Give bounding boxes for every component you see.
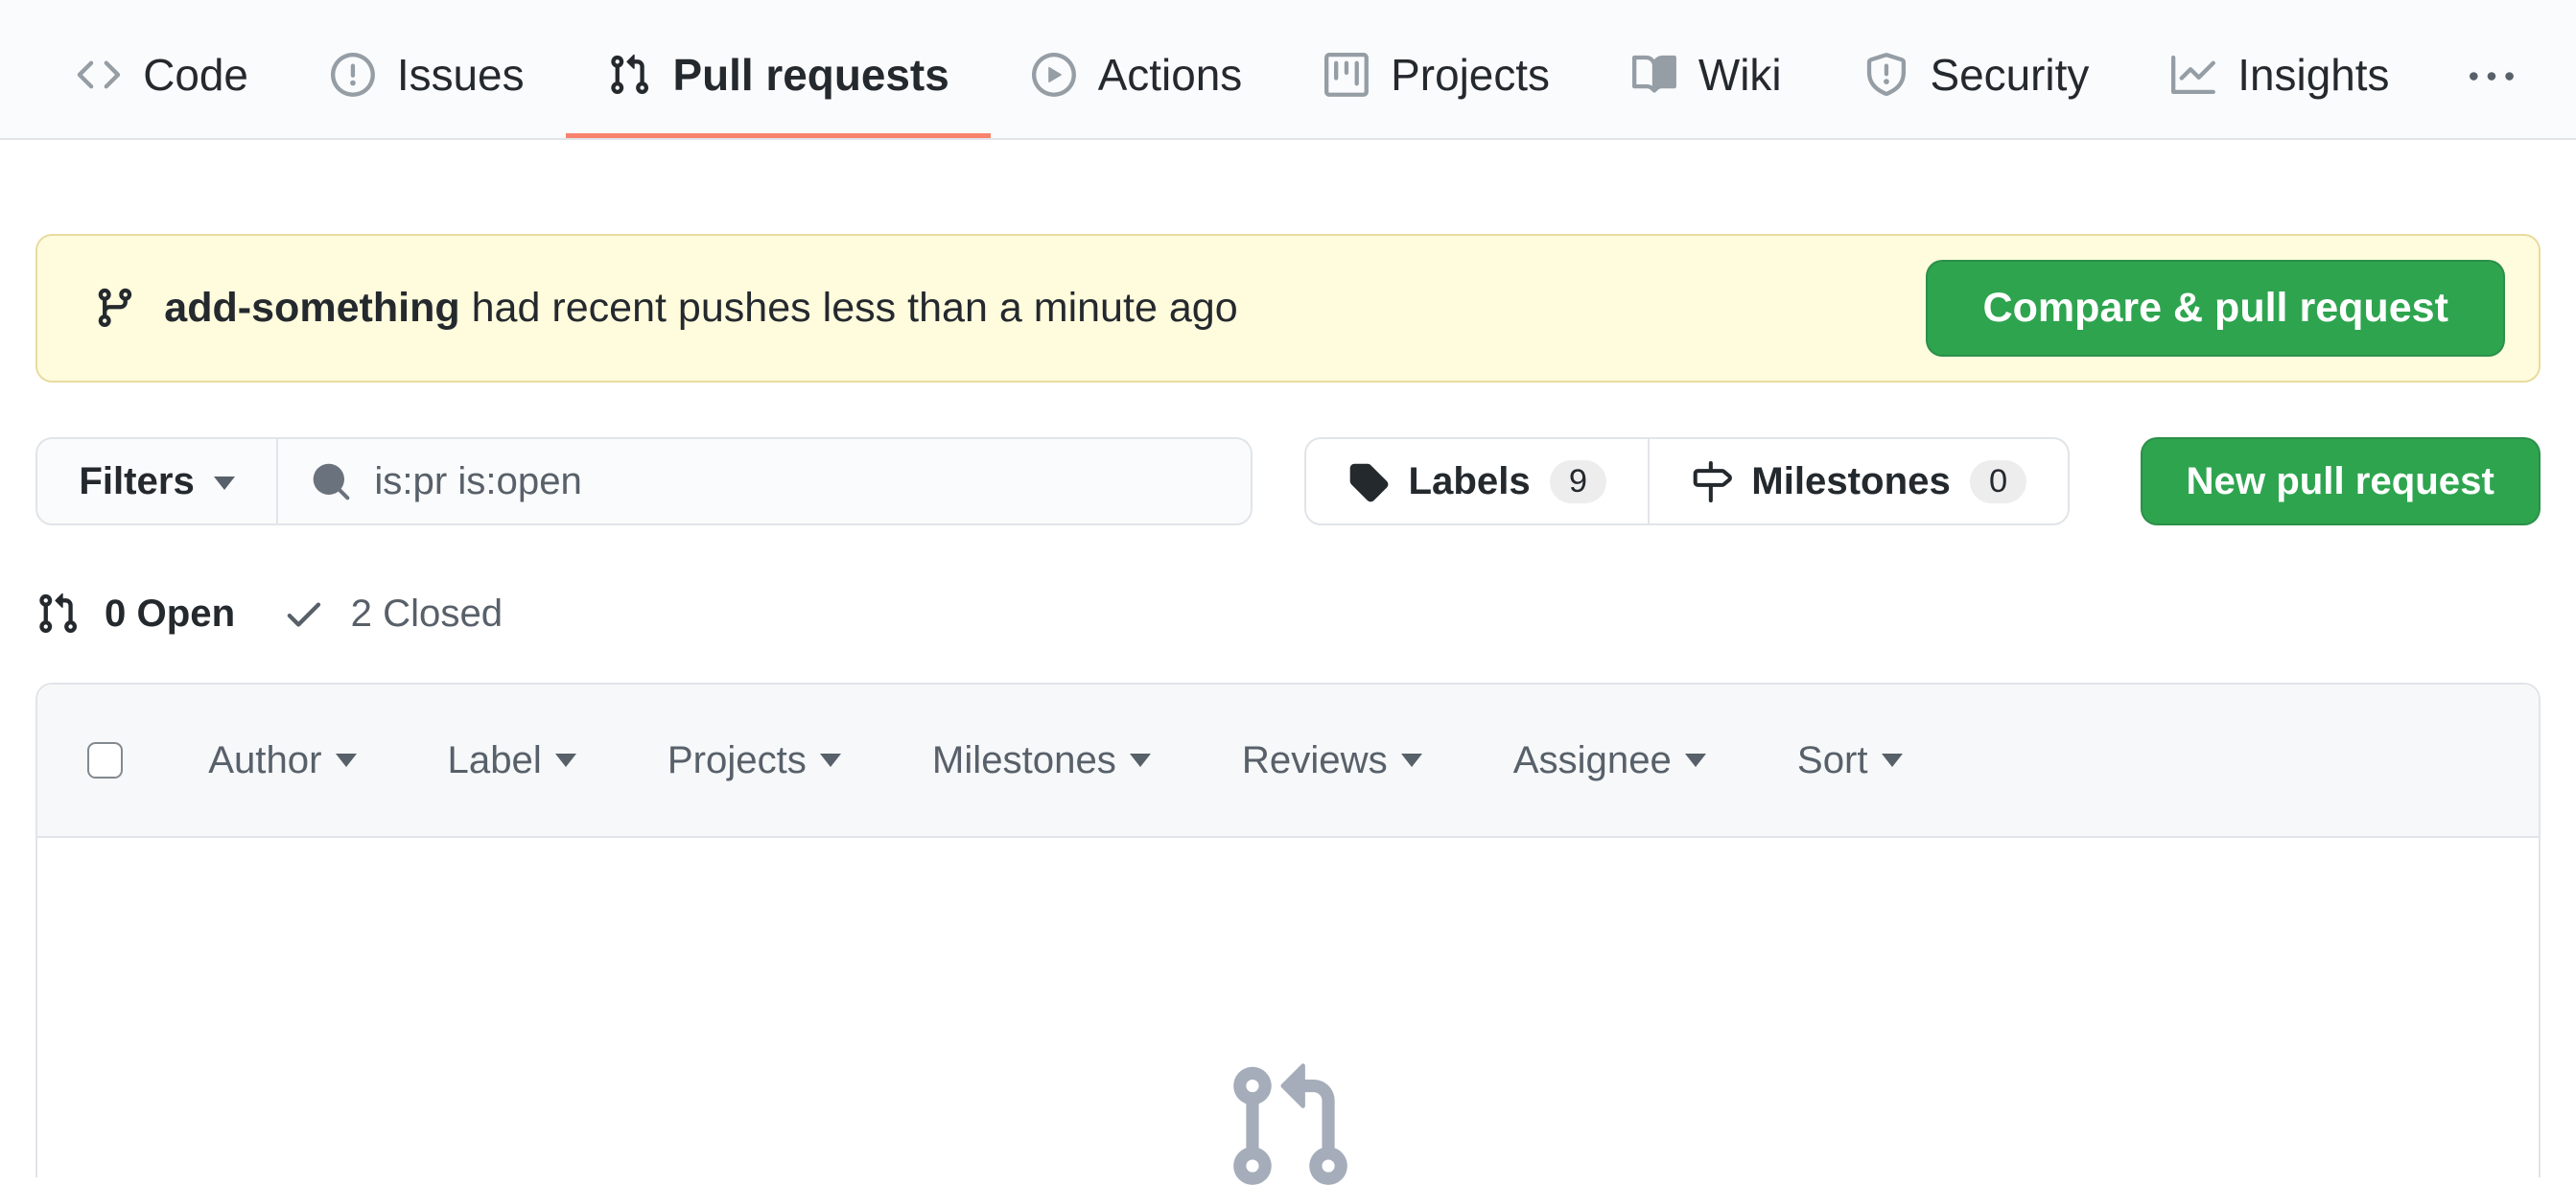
chevron-down-icon (1130, 754, 1152, 778)
column-label: Author (208, 738, 322, 782)
repo-nav: Code Issues Pull requests Actions Projec… (0, 0, 2576, 141)
tab-security[interactable]: Security (1823, 0, 2131, 138)
author-filter-dropdown[interactable]: Author (208, 738, 357, 782)
git-pull-request-icon (1232, 1063, 1347, 1185)
column-label: Label (447, 738, 542, 782)
pr-list-header: Author Label Projects Milestones Reviews… (37, 684, 2539, 839)
search-icon (314, 463, 350, 500)
chevron-down-icon (1685, 754, 1707, 778)
column-label: Sort (1796, 738, 1868, 782)
banner-text: add-something had recent pushes less tha… (164, 285, 1237, 332)
tab-label: Actions (1097, 50, 1243, 101)
tab-projects[interactable]: Projects (1283, 0, 1591, 138)
tag-icon (1350, 463, 1389, 502)
projects-filter-dropdown[interactable]: Projects (667, 738, 842, 782)
shield-icon (1866, 53, 1906, 97)
open-prs-link[interactable]: 0 Open (35, 592, 235, 636)
tab-label: Projects (1391, 50, 1550, 101)
milestones-label: Milestones (1751, 459, 1951, 503)
open-count-label: 0 Open (105, 591, 236, 635)
tab-issues[interactable]: Issues (290, 0, 566, 138)
closed-count-label: 2 Closed (350, 591, 503, 635)
issue-opened-icon (331, 53, 375, 98)
labels-button[interactable]: Labels 9 (1306, 439, 1648, 523)
closed-prs-link[interactable]: 2 Closed (282, 592, 503, 636)
chevron-down-icon (335, 754, 357, 778)
tab-code[interactable]: Code (35, 0, 290, 138)
chevron-down-icon (213, 476, 235, 500)
compare-pull-request-button[interactable]: Compare & pull request (1926, 260, 2506, 357)
chevron-down-icon (1401, 754, 1422, 778)
banner-message: had recent pushes less than a minute ago (459, 284, 1238, 331)
github-pull-requests-page: { "nav": { "tabs": [ { "label": "Code", … (0, 0, 2576, 1186)
filters-dropdown-button[interactable]: Filters (35, 437, 278, 526)
reviews-filter-dropdown[interactable]: Reviews (1242, 738, 1422, 782)
column-label: Milestones (931, 738, 1116, 782)
milestones-count-badge: 0 (1969, 459, 2027, 503)
tab-label: Insights (2237, 50, 2390, 101)
tab-insights[interactable]: Insights (2130, 0, 2430, 138)
search-input[interactable] (374, 459, 1218, 504)
git-pull-request-icon (610, 55, 648, 95)
assignee-filter-dropdown[interactable]: Assignee (1513, 738, 1707, 782)
pr-list-box: Author Label Projects Milestones Reviews… (35, 682, 2541, 1185)
tab-pull-requests[interactable]: Pull requests (565, 0, 991, 139)
chevron-down-icon (1881, 754, 1903, 778)
tab-wiki[interactable]: Wiki (1591, 0, 1823, 138)
book-icon (1632, 56, 1676, 93)
empty-state (37, 838, 2538, 1186)
recent-push-banner: add-something had recent pushes less tha… (35, 233, 2541, 383)
select-all-checkbox[interactable] (86, 742, 124, 779)
milestone-icon (1693, 460, 1733, 502)
tab-actions[interactable]: Actions (991, 0, 1283, 138)
git-pull-request-icon (39, 593, 78, 634)
sort-filter-dropdown[interactable]: Sort (1797, 738, 1903, 782)
labels-milestones-group: Labels 9 Milestones 0 (1304, 437, 2071, 526)
branch-name: add-something (164, 284, 460, 331)
pr-toolbar: Filters Labels 9 Milestones 0 New pull r… (35, 437, 2541, 526)
kebab-horizontal-icon (2469, 72, 2514, 81)
new-pull-request-button[interactable]: New pull request (2140, 437, 2541, 526)
chevron-down-icon (555, 754, 577, 778)
project-icon (1324, 53, 1370, 98)
git-branch-icon (93, 286, 137, 330)
tab-label: Pull requests (672, 50, 949, 101)
column-label: Assignee (1512, 738, 1672, 782)
issue-states-row: 0 Open 2 Closed (35, 592, 2540, 636)
labels-label: Labels (1408, 459, 1531, 503)
milestones-filter-dropdown[interactable]: Milestones (931, 738, 1152, 782)
check-icon (287, 602, 321, 627)
tab-label: Wiki (1698, 50, 1782, 101)
nav-overflow-button[interactable] (2431, 0, 2552, 138)
tab-label: Code (143, 50, 248, 101)
graph-icon (2171, 56, 2216, 95)
column-label: Reviews (1241, 738, 1388, 782)
label-filter-dropdown[interactable]: Label (448, 738, 577, 782)
code-icon (78, 60, 121, 89)
search-box (277, 437, 1253, 526)
play-icon (1031, 53, 1076, 98)
tab-label: Security (1930, 50, 2090, 101)
chevron-down-icon (820, 754, 842, 778)
tab-label: Issues (396, 50, 525, 101)
labels-count-badge: 9 (1549, 459, 1607, 503)
milestones-button[interactable]: Milestones 0 (1648, 439, 2068, 524)
filters-label: Filters (79, 459, 195, 503)
column-label: Projects (667, 738, 807, 782)
